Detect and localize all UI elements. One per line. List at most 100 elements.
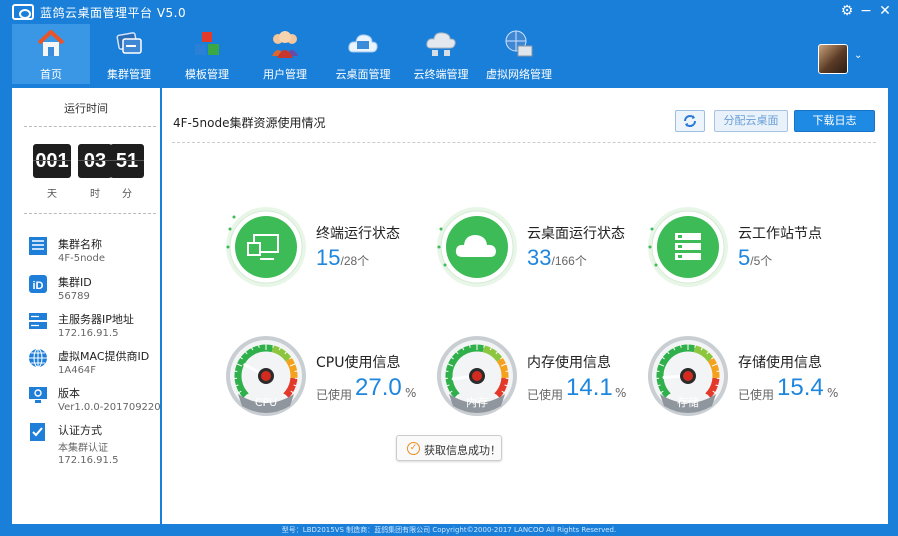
nav-home[interactable]: 首页 bbox=[12, 24, 90, 84]
nav-cluster[interactable]: 集群管理 bbox=[90, 24, 168, 84]
gauge-tick bbox=[469, 344, 471, 348]
stat-name: 终端运行状态 bbox=[316, 226, 400, 242]
stat-workstation-nodes: 云工作站节点 5/5个 bbox=[646, 205, 856, 289]
gauge-tick bbox=[680, 344, 682, 348]
info-value: 56789 bbox=[58, 291, 90, 302]
stat-value: 33/166个 bbox=[527, 245, 587, 271]
window-title: 蓝鸽云桌面管理平台 V5.0 bbox=[40, 6, 187, 20]
info-key: 集群ID bbox=[58, 276, 92, 289]
home-icon bbox=[37, 30, 65, 56]
stat-count: 5 bbox=[738, 245, 751, 270]
stat-total: /5个 bbox=[750, 254, 773, 268]
stat-count: 15 bbox=[316, 245, 341, 270]
users-icon bbox=[272, 31, 298, 58]
nav-cloud-desktop[interactable]: 云桌面管理 bbox=[324, 24, 402, 84]
id-icon: iD bbox=[29, 275, 47, 293]
stat-name: 云工作站节点 bbox=[738, 226, 822, 242]
gauge-tick bbox=[272, 344, 274, 348]
main-toolbar: 首页 集群管理 模板管理 用户管理 云桌面管理 云终端管理 虚拟网络管理 ⌄ bbox=[0, 24, 898, 84]
nav-label: 用户管理 bbox=[263, 68, 307, 81]
download-log-button[interactable]: 下载日志 bbox=[794, 110, 875, 132]
nav-label: 云终端管理 bbox=[413, 68, 469, 81]
gauge-name: 内存使用信息 bbox=[527, 355, 611, 371]
gauge-label: CPU bbox=[255, 396, 277, 409]
nav-label: 集群管理 bbox=[107, 68, 151, 81]
cluster-icon bbox=[116, 32, 142, 54]
gauge-value: 27.0 bbox=[355, 374, 402, 401]
runtime-title: 运行时间 bbox=[64, 102, 108, 115]
nav-users[interactable]: 用户管理 bbox=[246, 24, 324, 84]
nav-cloud-terminal[interactable]: 云终端管理 bbox=[402, 24, 480, 84]
timer-hours: 03 bbox=[78, 144, 112, 178]
gauge-prefix: 已使用 bbox=[316, 388, 353, 402]
gauge-unit: % bbox=[615, 386, 627, 400]
template-icon bbox=[195, 32, 219, 55]
info-key: 集群名称 bbox=[58, 238, 102, 251]
virtual-network-icon bbox=[505, 30, 533, 57]
timer-minutes: 51 bbox=[110, 144, 144, 178]
nav-label: 模板管理 bbox=[185, 68, 229, 81]
nav-virtual-network[interactable]: 虚拟网络管理 bbox=[480, 24, 558, 84]
cluster-info-panel: 运行时间 001 03 51 天 时 分 集群名称 4F-5node iD 集群… bbox=[12, 88, 167, 524]
minutes-label: 分 bbox=[122, 189, 132, 200]
chevron-down-icon[interactable]: ⌄ bbox=[854, 50, 862, 61]
page-title: 4F-5node集群资源使用情况 bbox=[173, 116, 326, 130]
stat-total: /28个 bbox=[340, 254, 370, 268]
server-node-icon bbox=[648, 207, 728, 287]
gauge-name: 存储使用信息 bbox=[738, 355, 822, 371]
stat-name: 云桌面运行状态 bbox=[527, 226, 625, 242]
gauge-icon: CPU bbox=[226, 336, 306, 416]
timer-days: 001 bbox=[33, 144, 71, 178]
info-value: 本集群认证 bbox=[58, 443, 108, 454]
info-key: 主服务器IP地址 bbox=[58, 313, 134, 326]
gauge-tick bbox=[483, 344, 485, 348]
gauge-hub-center bbox=[261, 371, 271, 381]
gauge-memory: 内存 内存使用信息 已使用 14.1 % bbox=[435, 334, 645, 418]
gauge-hub-center bbox=[683, 371, 693, 381]
assign-desktop-button[interactable]: 分配云桌面 bbox=[714, 110, 788, 132]
info-value-2: 172.16.91.5 bbox=[58, 455, 119, 466]
info-value: 1A464F bbox=[58, 365, 97, 376]
cloud-terminal-icon bbox=[426, 32, 456, 56]
days-label: 天 bbox=[47, 189, 57, 200]
info-value: Ver1.0.0-2017092201 bbox=[58, 402, 168, 413]
gauge-cpu: CPU CPU使用信息 已使用 27.0 % bbox=[224, 334, 434, 418]
nav-template[interactable]: 模板管理 bbox=[168, 24, 246, 84]
avatar[interactable] bbox=[818, 44, 848, 74]
title-bar: 蓝鸽云桌面管理平台 V5.0 ⚙ − ✕ bbox=[0, 0, 898, 24]
minimize-icon[interactable]: − bbox=[857, 2, 875, 20]
gauge-prefix: 已使用 bbox=[738, 388, 775, 402]
gear-icon[interactable]: ⚙ bbox=[838, 2, 856, 20]
refresh-button[interactable] bbox=[675, 110, 705, 132]
stat-terminal: 终端运行状态 15/28个 bbox=[224, 205, 434, 289]
info-value: 172.16.91.5 bbox=[58, 328, 119, 339]
info-key: 认证方式 bbox=[58, 424, 102, 437]
info-value: 4F-5node bbox=[58, 253, 106, 264]
gauge-label: 内存 bbox=[466, 395, 488, 409]
success-toast: ✓ 获取信息成功！ bbox=[396, 435, 502, 461]
gauge-prefix: 已使用 bbox=[527, 388, 564, 402]
auth-icon bbox=[30, 423, 45, 441]
stat-total: /166个 bbox=[551, 254, 587, 268]
gauge-unit: % bbox=[405, 386, 417, 400]
gauge-value: 15.4 bbox=[777, 374, 824, 401]
gauge-tick bbox=[694, 344, 696, 348]
nav-label: 首页 bbox=[40, 68, 62, 81]
info-key: 虚拟MAC提供商ID bbox=[58, 350, 150, 363]
nav-label: 虚拟网络管理 bbox=[486, 68, 552, 81]
check-icon: ✓ bbox=[407, 442, 420, 455]
gauge-storage: 存储 存储使用信息 已使用 15.4 % bbox=[646, 334, 856, 418]
toast-message: 获取信息成功！ bbox=[424, 444, 501, 457]
stat-value: 5/5个 bbox=[738, 245, 772, 271]
gauge-name: CPU使用信息 bbox=[316, 355, 401, 371]
stat-value: 15/28个 bbox=[316, 245, 369, 271]
info-key: 版本 bbox=[58, 387, 80, 400]
svg-text:iD: iD bbox=[33, 280, 44, 292]
gauge-hub-center bbox=[472, 371, 482, 381]
divider bbox=[172, 142, 876, 143]
stat-cloud-desktop: 云桌面运行状态 33/166个 bbox=[435, 205, 645, 289]
stat-count: 33 bbox=[527, 245, 552, 270]
terminal-icon bbox=[226, 207, 306, 287]
version-icon bbox=[29, 387, 47, 403]
close-icon[interactable]: ✕ bbox=[876, 2, 894, 20]
